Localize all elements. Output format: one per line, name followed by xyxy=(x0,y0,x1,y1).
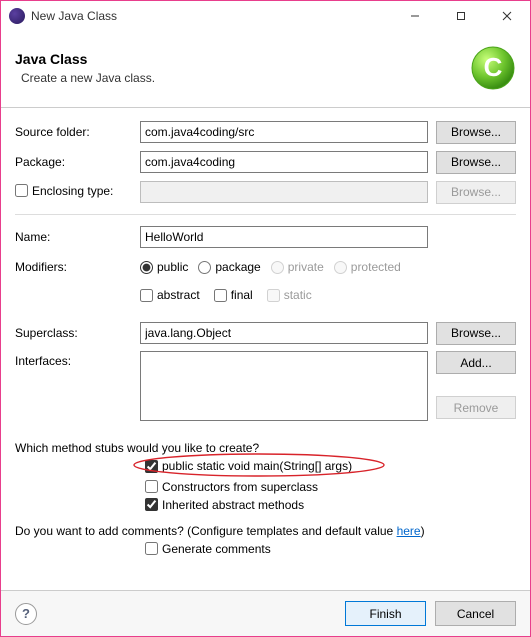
stubs-question: Which method stubs would you like to cre… xyxy=(15,441,516,455)
modifier-package-radio[interactable]: package xyxy=(198,260,260,274)
superclass-input[interactable] xyxy=(140,322,428,344)
label-package: Package: xyxy=(15,155,140,169)
label-source-folder: Source folder: xyxy=(15,125,140,139)
name-input[interactable] xyxy=(140,226,428,248)
source-folder-input[interactable] xyxy=(140,121,428,143)
footer: ? Finish Cancel xyxy=(1,590,530,636)
modifier-static-checkbox: static xyxy=(267,288,312,302)
eclipse-icon xyxy=(9,8,25,24)
label-modifiers: Modifiers: xyxy=(15,260,140,274)
browse-superclass-button[interactable]: Browse... xyxy=(436,322,516,345)
remove-interface-button: Remove xyxy=(436,396,516,419)
modifier-private-radio: private xyxy=(271,260,324,274)
modifier-final-checkbox[interactable]: final xyxy=(214,288,253,302)
finish-button[interactable]: Finish xyxy=(345,601,426,626)
window-title: New Java Class xyxy=(31,9,392,23)
package-input[interactable] xyxy=(140,151,428,173)
titlebar: New Java Class xyxy=(1,1,530,31)
class-wizard-icon: C xyxy=(462,41,516,95)
browse-enclosing-button: Browse... xyxy=(436,181,516,204)
label-superclass: Superclass: xyxy=(15,326,140,340)
svg-text:C: C xyxy=(484,52,503,82)
modifier-public-radio[interactable]: public xyxy=(140,260,188,274)
enclosing-type-checkbox[interactable]: Enclosing type: xyxy=(15,184,113,198)
interfaces-list[interactable] xyxy=(140,351,428,421)
banner: Java Class Create a new Java class. C xyxy=(1,31,530,108)
label-name: Name: xyxy=(15,230,140,244)
minimize-button[interactable] xyxy=(392,1,438,31)
content-area: Source folder: Browse... Package: Browse… xyxy=(1,108,530,590)
configure-templates-link[interactable]: here xyxy=(397,524,421,538)
modifier-abstract-checkbox[interactable]: abstract xyxy=(140,288,200,302)
browse-source-button[interactable]: Browse... xyxy=(436,121,516,144)
close-button[interactable] xyxy=(484,1,530,31)
add-interface-button[interactable]: Add... xyxy=(436,351,516,374)
browse-package-button[interactable]: Browse... xyxy=(436,151,516,174)
help-button[interactable]: ? xyxy=(15,603,37,625)
banner-desc: Create a new Java class. xyxy=(15,71,462,85)
enclosing-type-input xyxy=(140,181,428,203)
modifier-protected-radio: protected xyxy=(334,260,401,274)
main-method-checkbox[interactable]: public static void main(String[] args) xyxy=(145,459,352,473)
label-interfaces: Interfaces: xyxy=(15,351,140,368)
cancel-button[interactable]: Cancel xyxy=(435,601,516,626)
comments-question: Do you want to add comments? (Configure … xyxy=(15,524,516,538)
constructors-checkbox[interactable]: Constructors from superclass xyxy=(145,480,506,494)
banner-title: Java Class xyxy=(15,51,462,67)
separator xyxy=(15,214,516,215)
maximize-button[interactable] xyxy=(438,1,484,31)
generate-comments-checkbox[interactable]: Generate comments xyxy=(145,542,506,556)
label-enclosing-type: Enclosing type: xyxy=(32,184,113,198)
inherited-methods-checkbox[interactable]: Inherited abstract methods xyxy=(145,498,506,512)
